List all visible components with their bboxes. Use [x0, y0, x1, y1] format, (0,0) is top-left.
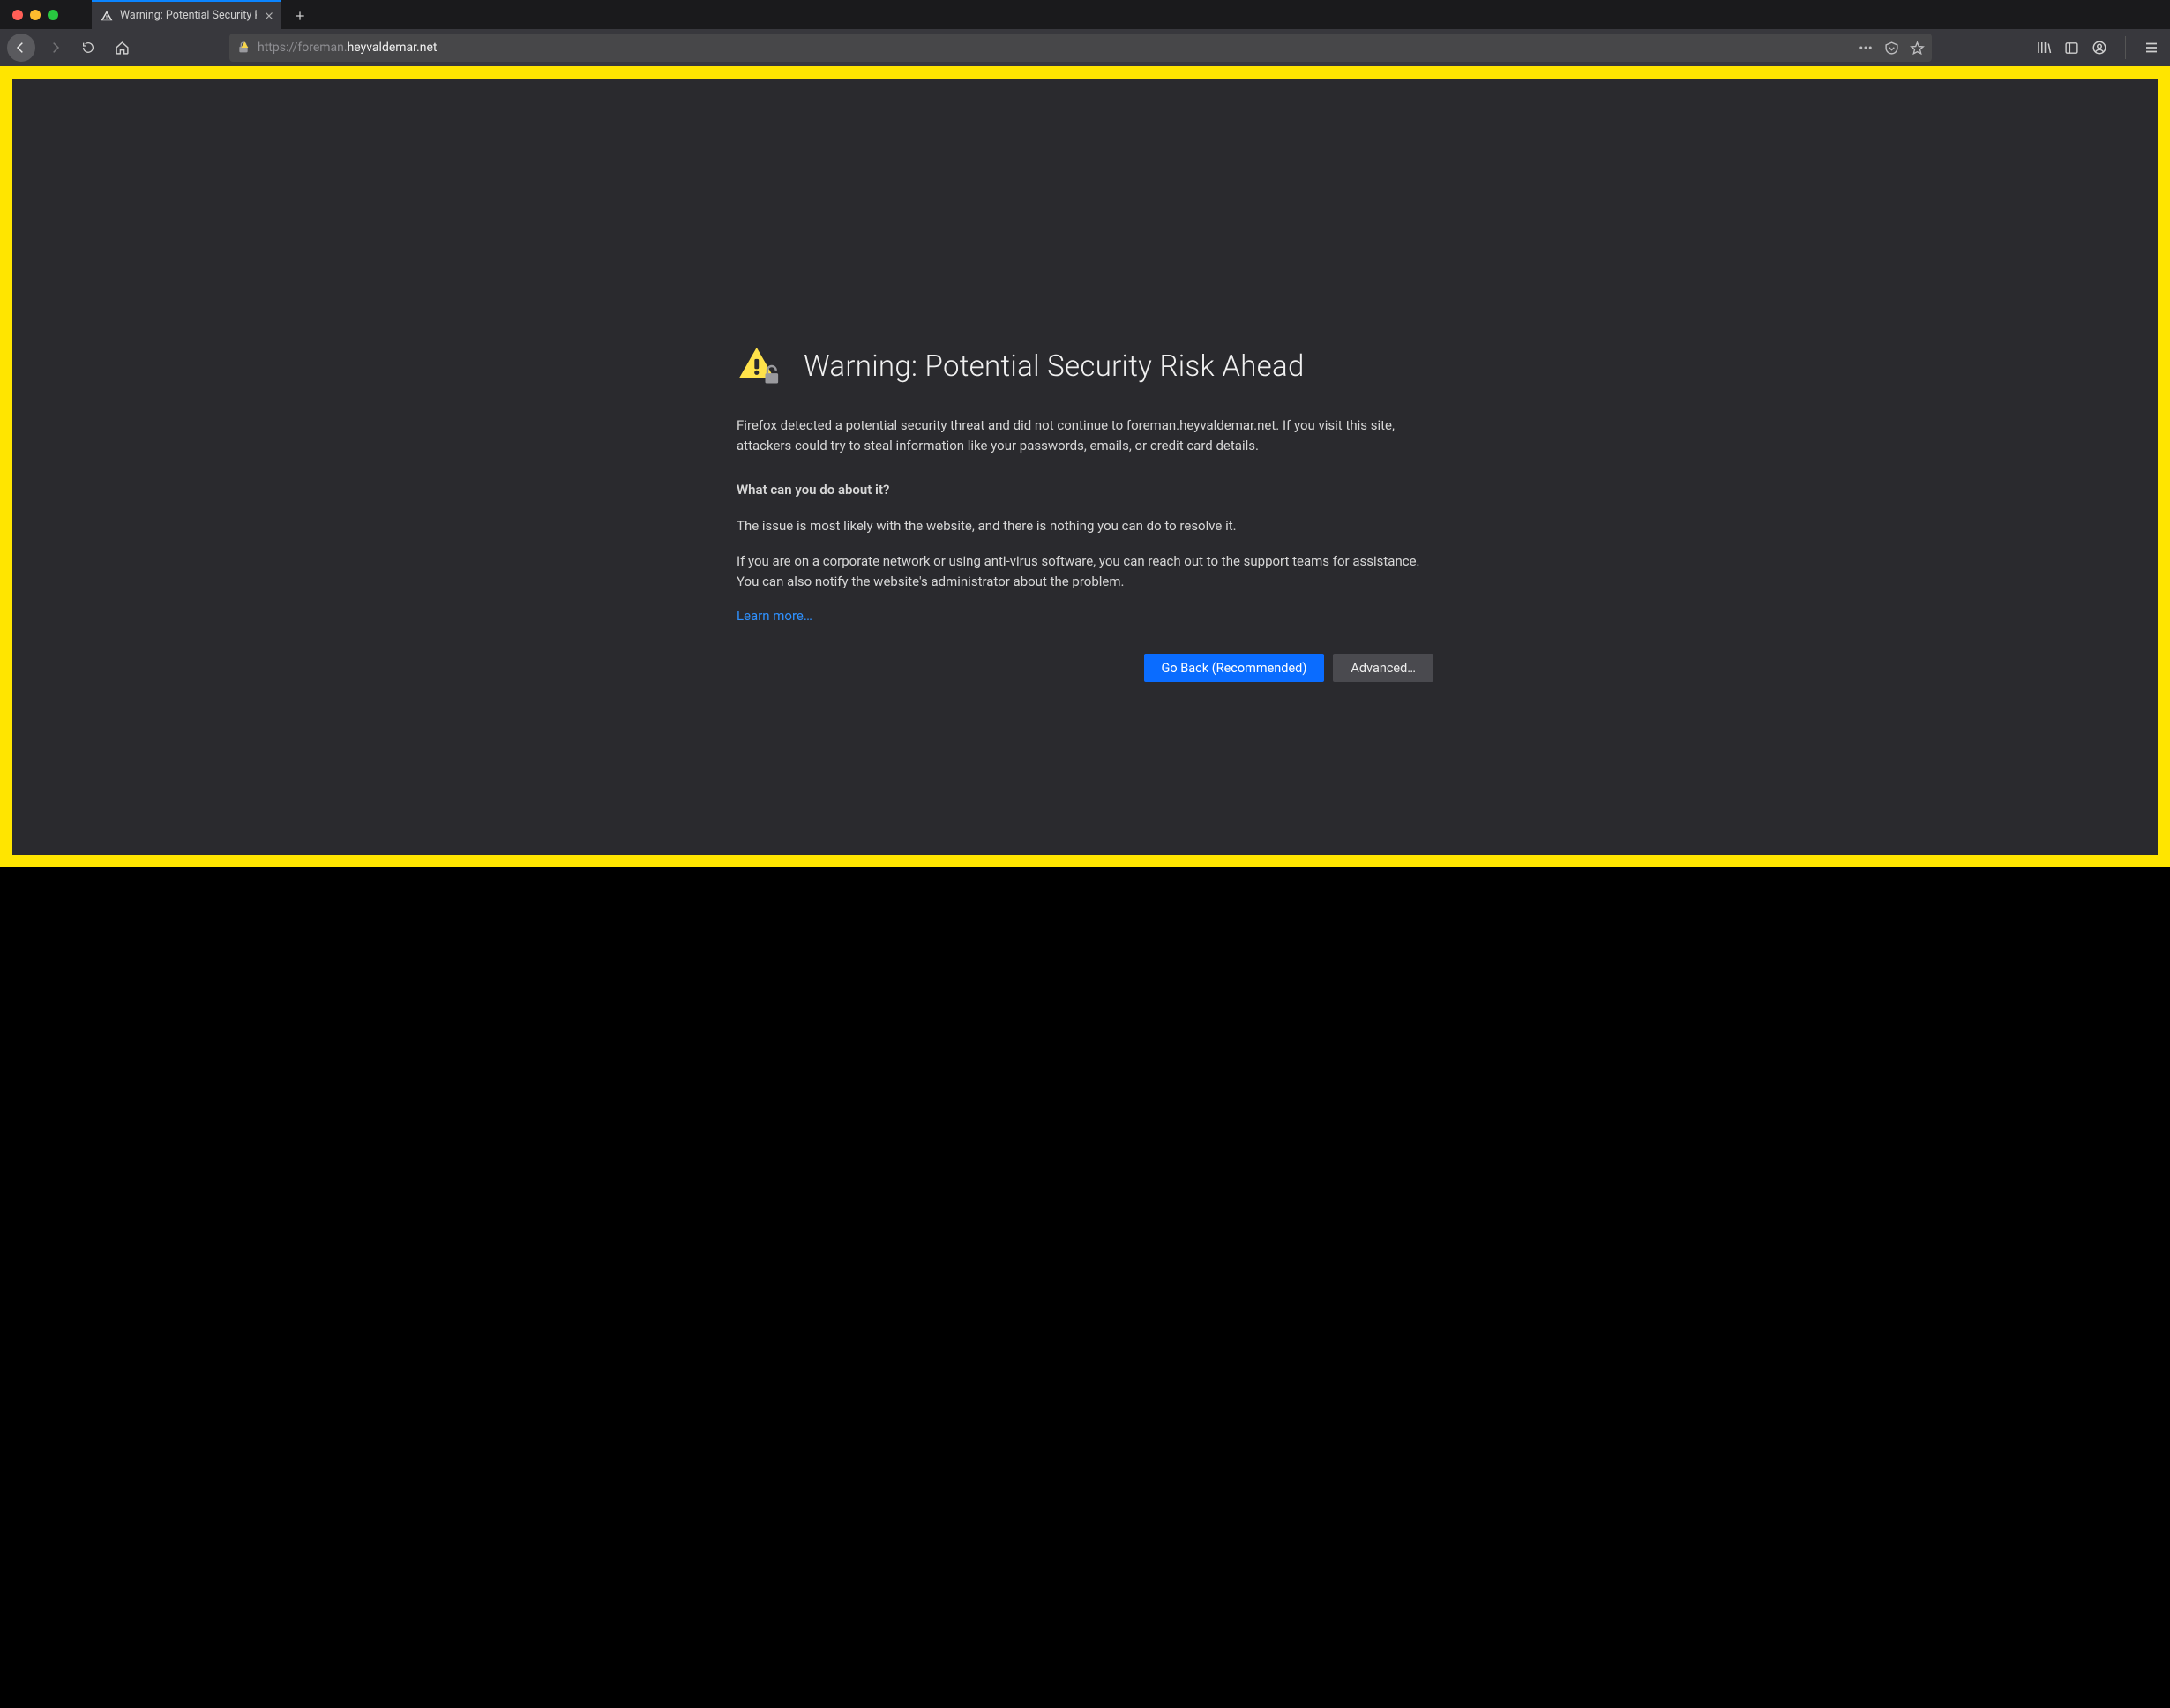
hamburger-menu-icon[interactable]	[2144, 40, 2159, 56]
nav-home-button[interactable]	[108, 34, 136, 62]
new-tab-button[interactable]	[287, 3, 313, 29]
nav-toolbar: https://foreman.heyvaldemar.net	[0, 29, 2170, 66]
nav-reload-button[interactable]	[74, 34, 102, 62]
tab-title: Warning: Potential Security Risk	[120, 9, 257, 22]
browser-chrome: Warning: Potential Security Risk	[0, 0, 2170, 66]
bookmark-star-icon[interactable]	[1910, 41, 1925, 56]
warning-header: Warning: Potential Security Risk Ahead	[737, 343, 1433, 389]
lock-warning-icon	[236, 41, 251, 55]
warning-paragraph-3: If you are on a corporate network or usi…	[737, 551, 1433, 591]
page-highlight-frame: Warning: Potential Security Risk Ahead F…	[0, 66, 2170, 867]
go-back-button[interactable]: Go Back (Recommended)	[1144, 654, 1325, 682]
library-icon[interactable]	[2036, 40, 2052, 56]
warning-body: Firefox detected a potential security th…	[737, 416, 1433, 624]
url-prefix: https://foreman.	[258, 41, 348, 55]
window-controls	[0, 0, 58, 20]
warning-subheading: What can you do about it?	[737, 480, 1433, 500]
sidebar-icon[interactable]	[2064, 41, 2079, 56]
browser-tab[interactable]: Warning: Potential Security Risk	[92, 0, 281, 29]
page-content: Warning: Potential Security Risk Ahead F…	[12, 79, 2158, 855]
nav-back-button[interactable]	[7, 34, 35, 62]
page-actions-icon[interactable]	[1858, 40, 1874, 56]
urlbar-right-icons	[1858, 40, 1925, 56]
window-close-button[interactable]	[12, 10, 23, 20]
warning-title: Warning: Potential Security Risk Ahead	[804, 349, 1305, 384]
window-minimize-button[interactable]	[30, 10, 41, 20]
warning-button-row: Go Back (Recommended) Advanced…	[737, 654, 1433, 682]
warning-lock-icon	[737, 343, 782, 389]
advanced-button[interactable]: Advanced…	[1333, 654, 1433, 682]
learn-more-link[interactable]: Learn more…	[737, 608, 812, 624]
url-text: https://foreman.heyvaldemar.net	[258, 41, 438, 55]
toolbar-right	[2036, 36, 2159, 59]
pocket-icon[interactable]	[1884, 41, 1899, 56]
url-host: heyvaldemar.net	[348, 41, 438, 55]
security-warning-card: Warning: Potential Security Risk Ahead F…	[737, 343, 1433, 696]
account-icon[interactable]	[2091, 40, 2107, 56]
toolbar-separator	[2125, 36, 2126, 59]
warning-paragraph-2: The issue is most likely with the websit…	[737, 516, 1433, 536]
tab-strip: Warning: Potential Security Risk	[92, 0, 313, 29]
url-bar[interactable]: https://foreman.heyvaldemar.net	[229, 34, 1932, 62]
titlebar: Warning: Potential Security Risk	[0, 0, 2170, 29]
warning-triangle-icon	[101, 10, 113, 22]
tab-close-button[interactable]	[264, 11, 274, 21]
nav-forward-button[interactable]	[41, 34, 69, 62]
window-maximize-button[interactable]	[48, 10, 58, 20]
warning-paragraph-1: Firefox detected a potential security th…	[737, 416, 1433, 455]
